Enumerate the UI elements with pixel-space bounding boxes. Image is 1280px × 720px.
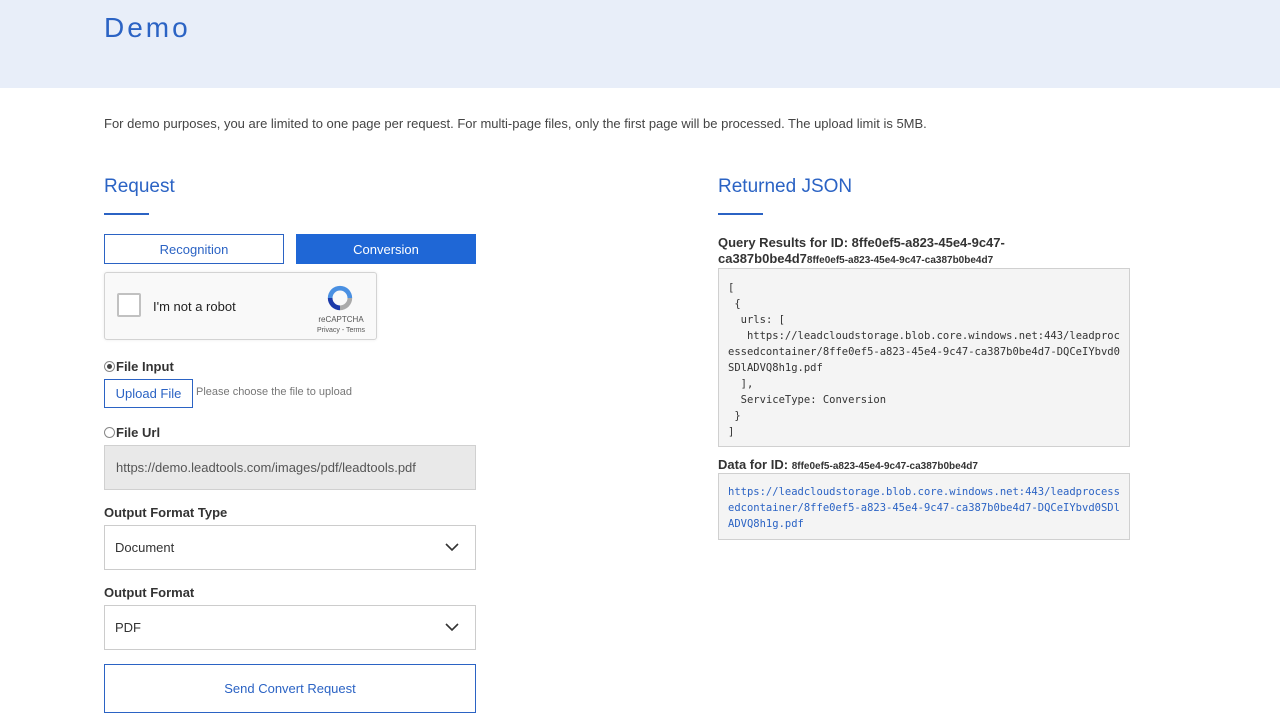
chevron-down-icon: [445, 541, 459, 555]
upload-file-button[interactable]: Upload File: [104, 379, 193, 408]
request-heading-rule: [104, 213, 149, 215]
output-file-link[interactable]: https://leadcloudstorage.blob.core.windo…: [728, 486, 1120, 530]
request-heading: Request: [104, 176, 175, 197]
output-format-type-value: Document: [115, 540, 175, 555]
data-for-id-title: Data for ID: 8ffe0ef5-a823-45e4-9c47-ca3…: [718, 457, 978, 472]
page-title: Demo: [104, 12, 191, 43]
recaptcha-brand: reCAPTCHA: [318, 315, 364, 324]
output-format-select[interactable]: PDF: [104, 605, 476, 650]
recognition-tab-button[interactable]: Recognition: [104, 234, 284, 264]
upload-hint: Please choose the file to upload: [196, 386, 352, 398]
chevron-down-icon: [445, 621, 459, 635]
returned-json-heading: Returned JSON: [718, 176, 853, 197]
data-for-id-value: 8ffe0ef5-a823-45e4-9c47-ca387b0be4d7: [791, 461, 978, 472]
query-results-id: 8ffe0ef5-a823-45e4-9c47-ca387b0be4d7: [806, 255, 994, 266]
demo-notice: For demo purposes, you are limited to on…: [104, 116, 927, 131]
output-format-value: PDF: [115, 620, 141, 635]
recaptcha-checkbox[interactable]: [117, 293, 141, 317]
output-format-label: Output Format: [104, 585, 195, 600]
data-output-box: https://leadcloudstorage.blob.core.windo…: [718, 473, 1130, 540]
output-format-type-select[interactable]: Document: [104, 525, 476, 570]
output-format-type-label: Output Format Type: [104, 505, 228, 520]
query-results-title: Query Results for ID: 8ffe0ef5-a823-45e4…: [718, 235, 1038, 269]
file-url-option[interactable]: File Url: [104, 425, 160, 440]
file-input-label: File Input: [116, 359, 174, 374]
returned-json-heading-rule: [718, 213, 763, 215]
conversion-tab-button[interactable]: Conversion: [296, 234, 476, 264]
recaptcha-privacy-terms[interactable]: Privacy - Terms: [305, 327, 377, 334]
header-banner: Demo: [0, 0, 1280, 88]
returned-json-output: [ { urls: [ https://leadcloudstorage.blo…: [718, 268, 1130, 447]
recaptcha-label: I'm not a robot: [153, 299, 236, 314]
file-input-radio[interactable]: [104, 361, 115, 372]
file-url-input[interactable]: https://demo.leadtools.com/images/pdf/le…: [104, 445, 476, 490]
file-url-label: File Url: [116, 425, 161, 440]
data-for-id-label: Data for ID:: [718, 457, 789, 472]
recaptcha-widget: I'm not a robot reCAPTCHA Privacy - Term…: [104, 272, 377, 340]
file-input-option[interactable]: File Input: [104, 359, 174, 374]
file-url-radio[interactable]: [104, 427, 115, 438]
send-convert-request-button[interactable]: Send Convert Request: [104, 664, 476, 713]
recaptcha-logo-icon: [327, 285, 353, 311]
